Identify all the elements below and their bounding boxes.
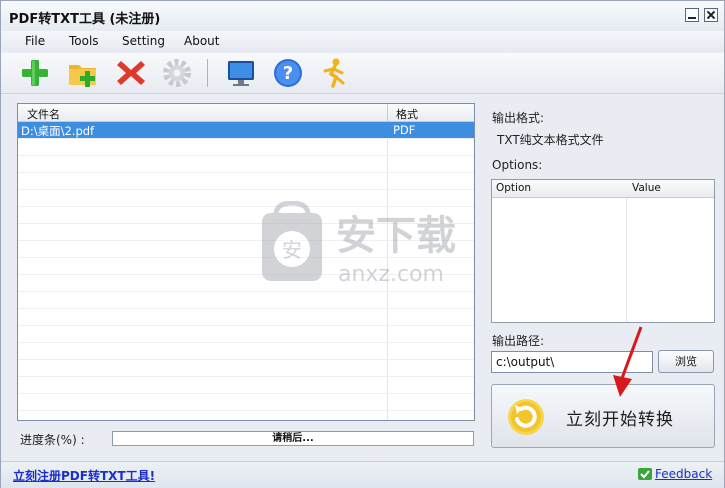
progress-label: 进度条(%) :	[20, 433, 85, 447]
progress-bar: 请稍后...	[112, 431, 474, 446]
annotation-arrow-icon	[613, 326, 643, 397]
empty-row	[18, 139, 474, 156]
toolbar-separator	[207, 59, 208, 87]
file-row[interactable]: D:\桌面\2.pdf PDF	[18, 122, 474, 139]
status-bar: 立刻注册PDF转TXT工具! Feedback	[1, 461, 724, 488]
file-format-cell: PDF	[393, 123, 416, 137]
empty-row	[18, 309, 474, 326]
empty-row	[18, 173, 474, 190]
title-bar: PDF转TXT工具 (未注册)	[1, 1, 724, 32]
options-label: Options:	[492, 158, 543, 172]
feedback-icon	[638, 468, 652, 480]
empty-row	[18, 343, 474, 360]
menu-setting[interactable]: Setting	[122, 34, 165, 48]
watermark-en: anxz.com	[338, 262, 444, 287]
options-header: Option Value	[492, 180, 714, 198]
delete-icon[interactable]	[115, 57, 147, 89]
help-icon[interactable]: ?	[272, 57, 304, 89]
empty-row	[18, 377, 474, 394]
runner-icon[interactable]	[319, 57, 351, 89]
browse-button[interactable]: 浏览	[658, 350, 714, 373]
menu-about[interactable]: About	[184, 34, 219, 48]
file-list-header: 文件名 格式	[18, 104, 474, 122]
register-link[interactable]: 立刻注册PDF转TXT工具!	[13, 467, 155, 484]
svg-text:?: ?	[283, 63, 293, 84]
header-divider	[387, 104, 388, 121]
options-table[interactable]: Option Value	[491, 179, 715, 323]
file-name-cell: D:\桌面\2.pdf	[21, 124, 95, 138]
window-title: PDF转TXT工具 (未注册)	[9, 12, 161, 27]
output-format-label: 输出格式:	[492, 111, 545, 125]
output-path-label: 输出路径:	[492, 334, 545, 348]
add-folder-icon[interactable]	[67, 57, 99, 89]
empty-row	[18, 292, 474, 309]
watermark-badge: 安	[282, 238, 302, 262]
app-window: PDF转TXT工具 (未注册) File Tools Setting About	[0, 0, 725, 488]
column-header-option[interactable]: Option	[496, 182, 531, 194]
column-header-filename[interactable]: 文件名	[27, 106, 60, 122]
column-header-value[interactable]: Value	[632, 182, 661, 194]
refresh-icon	[508, 399, 544, 435]
menu-file[interactable]: File	[25, 34, 45, 48]
progress-text: 请稍后...	[272, 433, 314, 444]
minimize-button[interactable]	[685, 8, 699, 22]
options-column-divider	[626, 180, 627, 322]
monitor-icon[interactable]	[225, 57, 257, 89]
empty-row	[18, 156, 474, 173]
close-button[interactable]	[704, 8, 718, 22]
toolbar: ?	[1, 53, 724, 94]
feedback-link[interactable]: Feedback	[655, 467, 712, 481]
empty-row	[18, 360, 474, 377]
column-header-format[interactable]: 格式	[396, 106, 418, 122]
add-icon[interactable]	[19, 57, 51, 89]
output-format-value: TXT纯文本格式文件	[497, 133, 604, 147]
settings-icon[interactable]	[161, 57, 193, 89]
watermark-logo: 安 安下载 anxz.com	[262, 201, 456, 287]
menu-tools[interactable]: Tools	[69, 34, 99, 48]
start-convert-label: 立刻开始转换	[566, 410, 674, 430]
empty-row	[18, 326, 474, 343]
menu-bar: File Tools Setting About	[1, 31, 724, 51]
empty-row	[18, 394, 474, 411]
watermark-cn: 安下载	[336, 213, 456, 259]
